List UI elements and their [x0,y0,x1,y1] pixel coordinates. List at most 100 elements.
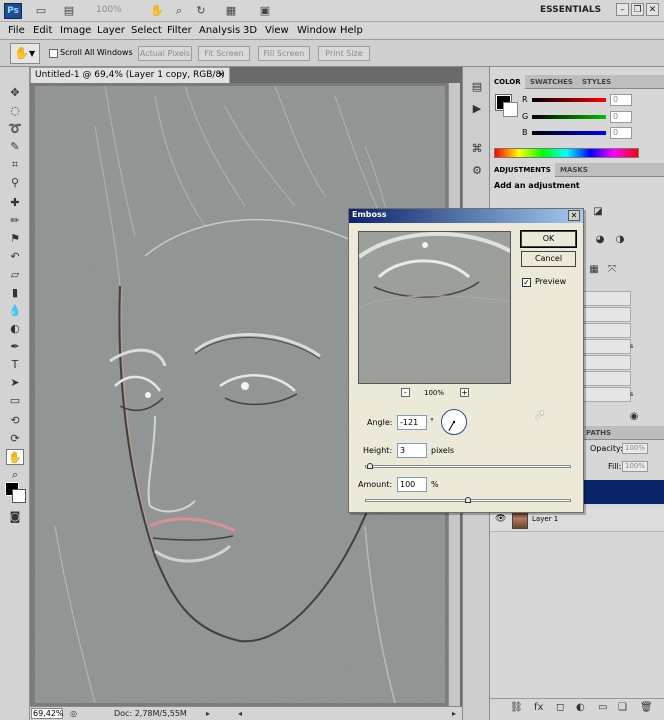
delete-layer-icon[interactable]: 🗑 [640,702,653,713]
background-color-swatch[interactable] [12,489,26,503]
ok-button[interactable]: OK [520,230,577,248]
arrange-documents-icon[interactable]: ▦ [224,4,238,18]
channel-b-slider[interactable] [532,131,606,135]
fill-field[interactable]: 100% [622,461,648,472]
tab-paths[interactable]: PATHS [582,426,615,440]
clone-stamp-tool-icon[interactable]: ⚑ [6,231,24,247]
document-tab[interactable]: Untitled-1 @ 69,4% (Layer 1 copy, RGB/8)… [30,67,230,95]
channel-g-value[interactable]: 0 [610,111,632,123]
zoom-in-button[interactable]: + [460,388,469,397]
height-slider[interactable] [365,465,571,468]
quick-mask-icon[interactable]: ◙ [6,509,24,525]
minimize-icon[interactable]: – [616,3,629,16]
menu-analysis[interactable]: Analysis [199,25,240,36]
tab-color[interactable]: COLOR [490,75,525,89]
status-info-icon[interactable]: ◎ [70,709,77,718]
new-group-icon[interactable]: ▭ [598,702,607,713]
adjustment-footer-icon[interactable]: ◉ [626,410,642,424]
exposure-icon[interactable]: ◪ [590,205,606,219]
tab-swatches[interactable]: SWATCHES [526,75,577,89]
channel-mixer-icon[interactable]: ◕ [592,233,608,247]
scroll-all-windows-checkbox[interactable] [49,49,58,58]
angle-input[interactable]: -121 [397,415,427,430]
zoom-tool-icon[interactable]: ⌕ [172,4,186,18]
path-selection-tool-icon[interactable]: ➤ [6,375,24,391]
move-tool-icon[interactable]: ✥ [6,85,24,101]
layer-style-icon[interactable]: fx [534,702,543,713]
tab-masks[interactable]: MASKS [556,163,592,177]
selective-color-icon[interactable]: ◑ [612,233,628,247]
quick-selection-tool-icon[interactable]: ✎ [6,139,24,155]
gradient-tool-icon[interactable]: ▮ [6,285,24,301]
fill-screen-button[interactable]: Fill Screen [258,46,310,61]
angle-dial[interactable] [441,409,467,435]
close-document-icon[interactable]: × [217,68,225,83]
actual-pixels-button[interactable]: Actual Pixels [138,46,192,61]
status-menu-arrow-icon[interactable]: ▸ [206,709,210,718]
zoom-out-button[interactable]: - [401,388,410,397]
hand-tool-icon[interactable]: ✋ [6,449,24,465]
zoom-tool-icon[interactable]: ⌕ [6,467,24,483]
opacity-field[interactable]: 100% [622,443,648,454]
crop-tool-icon[interactable]: ⌗ [6,157,24,173]
view-extras-icon[interactable]: ▤ [62,4,76,18]
menu-file[interactable]: File [8,25,25,36]
eyedropper-tool-icon[interactable]: ⚲ [6,175,24,191]
3d-orbit-tool-icon[interactable]: ⟳ [6,431,24,447]
workspace-switcher[interactable]: ESSENTIALS [540,5,601,15]
menu-window[interactable]: Window [297,25,336,36]
new-layer-icon[interactable]: ❏ [618,702,627,713]
clone-source-panel-icon[interactable]: ⚙ [469,163,485,179]
marquee-tool-icon[interactable]: ◌ [6,103,24,119]
amount-input[interactable]: 100 [397,477,427,492]
history-brush-tool-icon[interactable]: ↶ [6,249,24,265]
fit-screen-button[interactable]: Fit Screen [198,46,250,61]
dodge-tool-icon[interactable]: ◐ [6,321,24,337]
hand-tool-icon[interactable]: ✋ [150,4,164,18]
channel-b-value[interactable]: 0 [610,127,632,139]
rotate-view-icon[interactable]: ↻ [194,4,208,18]
scroll-left-icon[interactable]: ◂ [238,709,242,718]
3d-panel-icon[interactable]: ⌘ [469,141,485,157]
pen-tool-icon[interactable]: ✒ [6,339,24,355]
zoom-level-readout[interactable]: 100% [96,5,122,15]
dialog-titlebar[interactable]: Emboss ✕ [349,209,583,223]
menu-image[interactable]: Image [60,25,91,36]
channel-g-slider[interactable] [532,115,606,119]
color-spectrum-bar[interactable] [494,148,639,158]
channel-r-slider[interactable] [532,98,606,102]
print-size-button[interactable]: Print Size [318,46,370,61]
cancel-button[interactable]: Cancel [521,251,576,267]
tab-styles[interactable]: STYLES [578,75,615,89]
menu-filter[interactable]: Filter [167,25,192,36]
new-adjustment-layer-icon[interactable]: ◐ [576,702,585,713]
menu-select[interactable]: Select [131,25,162,36]
status-zoom-field[interactable]: 69,42% [31,708,64,719]
bridge-icon[interactable]: ▭ [34,4,48,18]
close-icon[interactable]: ✕ [646,3,659,16]
preview-checkbox[interactable]: ✓ [522,278,531,287]
gradient-map-icon[interactable]: ▦ [586,263,602,277]
add-mask-icon[interactable]: ◻ [556,702,564,713]
history-panel-icon[interactable]: ▤ [469,79,485,95]
menu-edit[interactable]: Edit [33,25,52,36]
screen-mode-icon[interactable]: ▣ [258,4,272,18]
actions-panel-icon[interactable]: ▶ [469,101,485,117]
height-slider-thumb[interactable] [367,463,373,469]
invert-icon[interactable]: ⤧ [604,263,620,277]
menu-view[interactable]: View [265,25,289,36]
3d-rotate-tool-icon[interactable]: ⟲ [6,413,24,429]
shape-tool-icon[interactable]: ▭ [6,393,24,409]
type-tool-icon[interactable]: T [6,357,24,373]
menu-3d[interactable]: 3D [243,25,257,36]
healing-brush-tool-icon[interactable]: ✚ [6,195,24,211]
tool-preset-picker[interactable]: ✋▾ [10,43,40,64]
scroll-right-icon[interactable]: ▸ [452,709,456,718]
brush-tool-icon[interactable]: ✏ [6,213,24,229]
menu-help[interactable]: Help [340,25,363,36]
blur-tool-icon[interactable]: 💧 [6,303,24,319]
lasso-tool-icon[interactable]: ➰ [6,121,24,137]
amount-slider-thumb[interactable] [465,497,471,503]
channel-r-value[interactable]: 0 [610,94,632,106]
height-input[interactable]: 3 [397,443,427,458]
